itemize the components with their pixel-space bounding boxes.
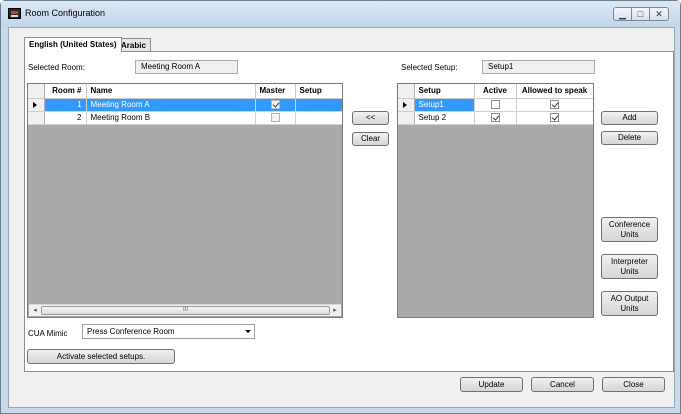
selected-room-field: Meeting Room A — [135, 60, 238, 74]
setup-cell[interactable] — [295, 111, 342, 125]
row-selector[interactable] — [398, 111, 415, 125]
setup-cell[interactable] — [295, 98, 342, 112]
interpreter-units-button[interactable]: Interpreter Units — [601, 254, 658, 279]
maximize-icon: □ — [637, 9, 644, 19]
tab-panel: Selected Room: Meeting Room A Selected S… — [24, 51, 674, 372]
column-header-room-number[interactable]: Room # — [44, 84, 87, 99]
selected-room-label: Selected Room: — [28, 63, 85, 72]
selected-setup-label: Selected Setup: — [401, 63, 458, 72]
minimize-button[interactable]: ▁ — [613, 7, 632, 21]
window-title: Room Configuration — [25, 8, 106, 18]
allowed-cell[interactable] — [516, 111, 593, 125]
setup-name-cell[interactable]: Setup 2 — [414, 111, 475, 125]
maximize-button[interactable]: □ — [632, 7, 650, 21]
table-row[interactable]: 2 Meeting Room B — [28, 111, 342, 125]
add-button[interactable]: Add — [601, 111, 658, 125]
master-checkbox[interactable] — [270, 113, 280, 123]
row-selector[interactable] — [28, 98, 45, 112]
delete-button[interactable]: Delete — [601, 131, 658, 145]
app-icon — [8, 8, 21, 19]
room-name-cell[interactable]: Meeting Room A — [86, 98, 256, 112]
allowed-to-speak-checkbox[interactable] — [550, 100, 559, 110]
scroll-thumb[interactable]: III — [41, 306, 330, 315]
current-row-arrow-icon — [403, 101, 407, 108]
cua-mimic-select[interactable]: Press Conference Room — [82, 324, 255, 339]
active-cell[interactable] — [474, 111, 517, 125]
column-header-allowed-to-speak[interactable]: Allowed to speak — [516, 84, 593, 99]
table-row[interactable]: Setup1 — [398, 98, 593, 112]
minimize-icon: ▁ — [619, 8, 626, 19]
selected-setup-field: Setup1 — [482, 60, 595, 74]
cua-mimic-value: Press Conference Room — [87, 327, 175, 336]
close-icon: ✕ — [655, 8, 663, 19]
update-button[interactable]: Update — [460, 377, 523, 392]
rooms-header-row: Room # Name Master Setup — [28, 84, 342, 99]
row-selector[interactable] — [398, 98, 415, 112]
dialog-client-area: English (United States) Arabic Selected … — [8, 27, 675, 408]
column-header-master[interactable]: Master — [255, 84, 296, 99]
rooms-horizontal-scrollbar[interactable]: ◂ III ▸ — [29, 304, 341, 316]
table-row[interactable]: Setup 2 — [398, 111, 593, 125]
allowed-cell[interactable] — [516, 98, 593, 112]
room-number-cell[interactable]: 2 — [44, 111, 87, 125]
column-header-name[interactable]: Name — [86, 84, 256, 99]
setups-header-row: Setup Active Allowed to speak — [398, 84, 593, 99]
rooms-table: Room # Name Master Setup 1 Meeting Room … — [28, 84, 342, 125]
ao-output-units-button[interactable]: AO Output Units — [601, 291, 658, 316]
column-header-setup[interactable]: Setup — [295, 84, 342, 99]
rooms-corner-header — [28, 84, 45, 99]
setups-corner-header — [398, 84, 415, 99]
title-bar[interactable]: Room Configuration ▁ □ ✕ — [1, 1, 680, 27]
table-row[interactable]: 1 Meeting Room A — [28, 98, 342, 112]
conference-units-button[interactable]: Conference Units — [601, 217, 658, 242]
cua-mimic-label: CUA Mimic — [28, 329, 68, 338]
current-row-arrow-icon — [33, 101, 37, 108]
master-checkbox[interactable] — [270, 100, 280, 110]
active-checkbox[interactable] — [490, 100, 500, 110]
room-number-cell[interactable]: 1 — [44, 98, 87, 112]
scroll-left-icon[interactable]: ◂ — [30, 306, 40, 316]
assign-setup-button[interactable]: << — [352, 111, 389, 125]
setup-name-cell[interactable]: Setup1 — [414, 98, 475, 112]
setups-table: Setup Active Allowed to speak Setup1 Set… — [398, 84, 593, 125]
master-cell[interactable] — [255, 98, 296, 112]
master-cell[interactable] — [255, 111, 296, 125]
scroll-right-icon[interactable]: ▸ — [330, 306, 340, 316]
rooms-grid[interactable]: Room # Name Master Setup 1 Meeting Room … — [27, 83, 343, 318]
close-button[interactable]: Close — [602, 377, 665, 392]
setups-grid[interactable]: Setup Active Allowed to speak Setup1 Set… — [397, 83, 594, 318]
allowed-to-speak-checkbox[interactable] — [550, 113, 559, 123]
room-name-cell[interactable]: Meeting Room B — [86, 111, 256, 125]
chevron-down-icon — [245, 330, 251, 333]
close-window-button[interactable]: ✕ — [650, 7, 669, 21]
cancel-button[interactable]: Cancel — [531, 377, 594, 392]
room-configuration-window: Room Configuration ▁ □ ✕ English (United… — [0, 0, 681, 414]
tab-english[interactable]: English (United States) — [24, 37, 122, 52]
column-header-setup[interactable]: Setup — [414, 84, 475, 99]
active-checkbox[interactable] — [490, 113, 500, 123]
row-selector[interactable] — [28, 111, 45, 125]
column-header-active[interactable]: Active — [474, 84, 517, 99]
active-cell[interactable] — [474, 98, 517, 112]
activate-selected-setups-button[interactable]: Activate selected setups. — [27, 349, 175, 364]
clear-button[interactable]: Clear — [352, 132, 389, 146]
